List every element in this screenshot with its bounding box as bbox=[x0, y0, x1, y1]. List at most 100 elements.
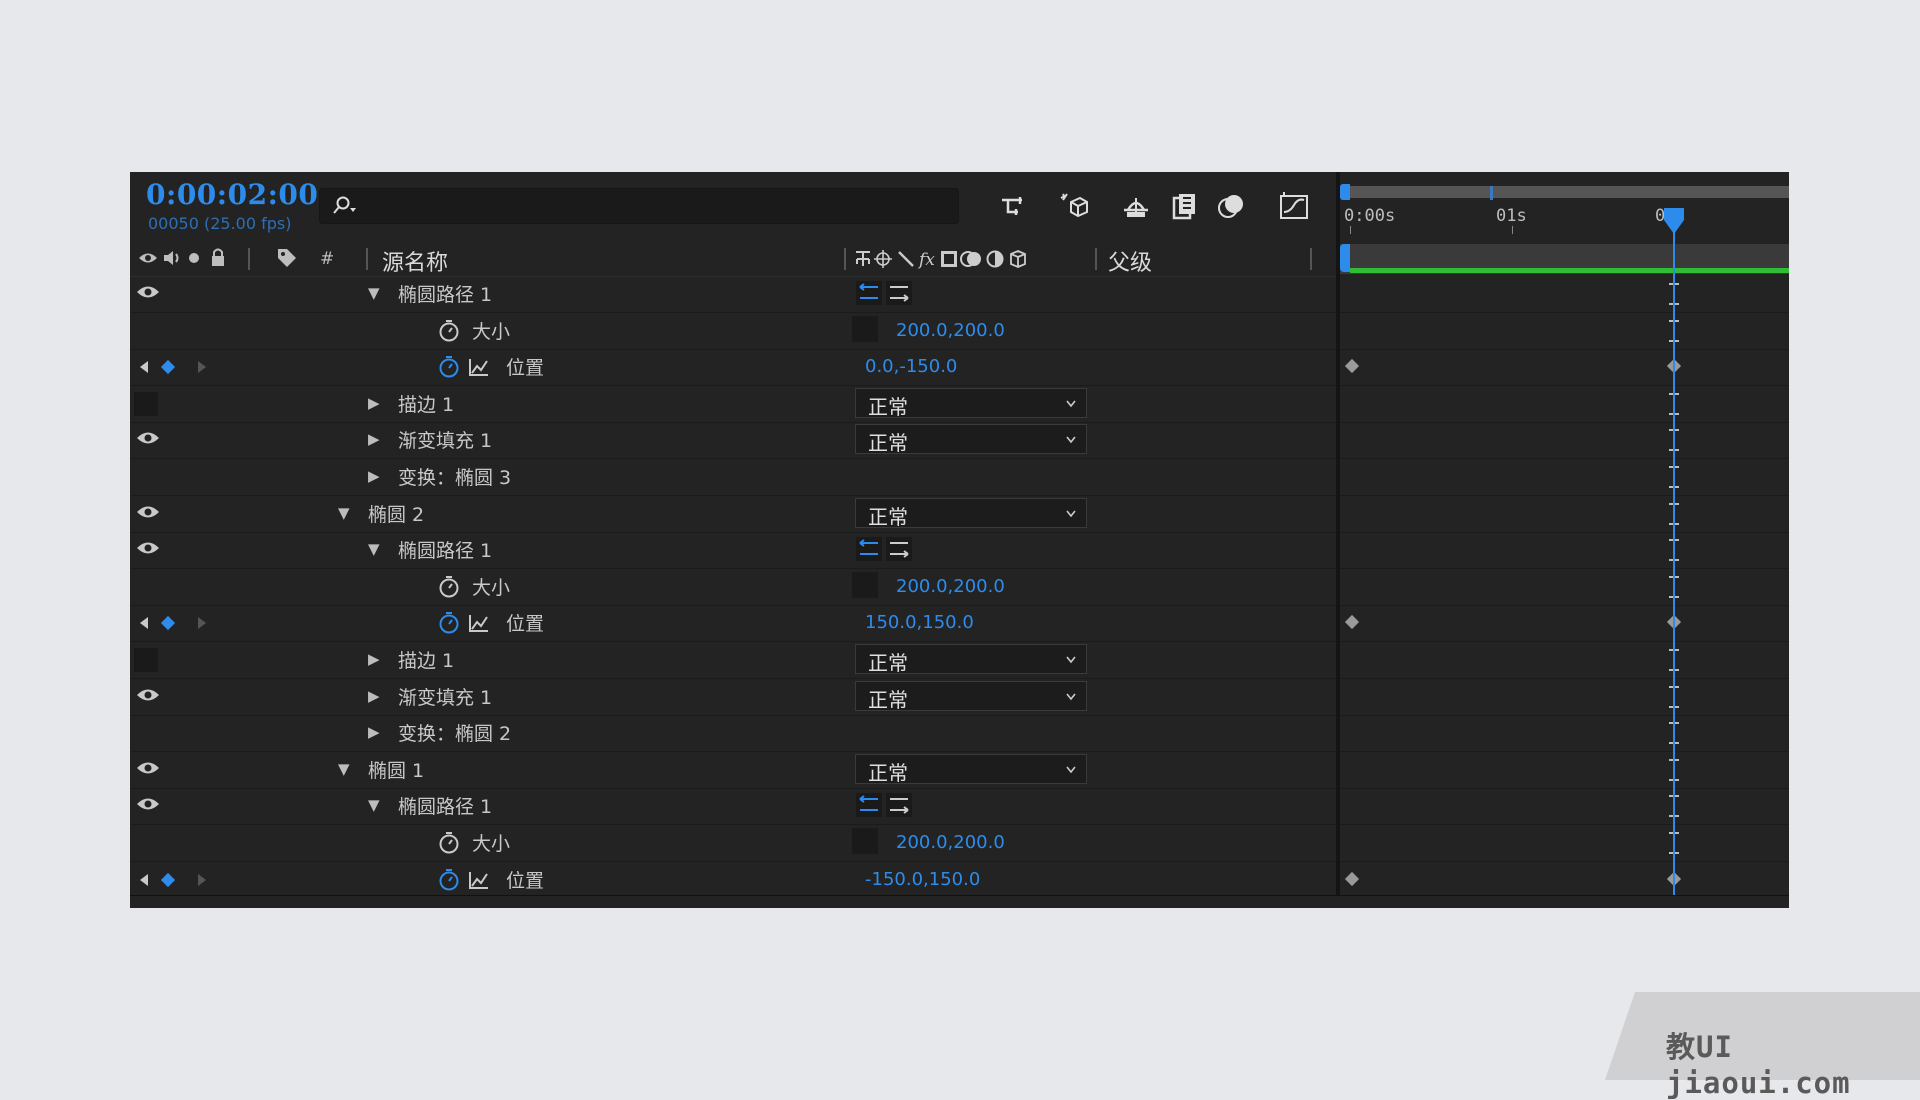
collapse-triangle-icon[interactable]: ▼ bbox=[368, 284, 380, 302]
expand-triangle-icon[interactable]: ▶ bbox=[368, 430, 380, 448]
visibility-eye-icon[interactable] bbox=[136, 687, 160, 703]
audio-speaker-icon[interactable] bbox=[162, 249, 182, 267]
blend-mode-select[interactable]: 正常 bbox=[855, 497, 1087, 529]
visibility-toggle-off[interactable] bbox=[134, 648, 158, 672]
keyframe-marker[interactable] bbox=[1344, 359, 1360, 374]
video-eye-icon[interactable] bbox=[138, 251, 158, 265]
time-navigator-bar[interactable] bbox=[1340, 186, 1789, 198]
time-navigator-start-handle[interactable] bbox=[1340, 184, 1350, 200]
visibility-eye-icon[interactable] bbox=[136, 430, 160, 446]
lock-icon[interactable] bbox=[210, 247, 226, 267]
group-name[interactable]: 椭圆路径 1 bbox=[398, 280, 492, 307]
graph-toggle-icon[interactable] bbox=[468, 870, 490, 890]
svg-text:fx: fx bbox=[917, 250, 935, 270]
ruler-label: 01s bbox=[1496, 206, 1527, 226]
blend-mode-select[interactable]: 正常 bbox=[855, 680, 1087, 712]
group-name[interactable]: 椭圆 2 bbox=[368, 500, 424, 527]
property-swatch bbox=[852, 571, 878, 598]
group-name[interactable]: 描边 1 bbox=[398, 390, 454, 417]
group-name[interactable]: 描边 1 bbox=[398, 646, 454, 673]
chevron-down-icon bbox=[1066, 693, 1076, 700]
playhead-line[interactable] bbox=[1673, 212, 1675, 908]
path-direction-icons[interactable] bbox=[855, 791, 919, 819]
source-name-header[interactable]: 源名称 bbox=[382, 245, 448, 277]
path-direction-icons[interactable] bbox=[855, 279, 919, 307]
keyframe-marker[interactable] bbox=[1344, 615, 1360, 630]
layer-switches-icons[interactable]: fx bbox=[853, 248, 1053, 270]
property-value[interactable]: 200.0,200.0 bbox=[896, 832, 1005, 853]
expand-triangle-icon[interactable]: ▶ bbox=[368, 723, 380, 741]
graph-toggle-icon[interactable] bbox=[468, 613, 490, 633]
frame-blending-icon[interactable] bbox=[1166, 188, 1202, 224]
timeline-track-row bbox=[1340, 313, 1789, 350]
work-area-start-handle[interactable] bbox=[1340, 244, 1350, 272]
stopwatch-icon[interactable] bbox=[437, 868, 461, 892]
visibility-eye-icon[interactable] bbox=[136, 796, 160, 812]
group-name[interactable]: 变换：椭圆 3 bbox=[398, 463, 511, 490]
visibility-eye-icon[interactable] bbox=[136, 504, 160, 520]
property-row: 位置 0.0,-150.0 bbox=[130, 349, 1336, 387]
timeline-track-row bbox=[1340, 496, 1789, 533]
motion-blur-icon[interactable] bbox=[1214, 188, 1250, 224]
expand-triangle-icon[interactable]: ▶ bbox=[368, 650, 380, 668]
property-swatch bbox=[852, 315, 878, 342]
blend-mode-select[interactable]: 正常 bbox=[855, 753, 1087, 785]
group-name[interactable]: 椭圆 1 bbox=[368, 756, 424, 783]
parent-header[interactable]: 父级 bbox=[1108, 245, 1152, 277]
keyframe-marker[interactable] bbox=[1344, 871, 1360, 886]
blend-mode-select[interactable]: 正常 bbox=[855, 644, 1087, 675]
graph-toggle-icon[interactable] bbox=[468, 357, 490, 377]
solo-dot-icon[interactable] bbox=[188, 252, 200, 264]
property-value[interactable]: 200.0,200.0 bbox=[896, 320, 1005, 341]
expand-triangle-icon[interactable]: ▶ bbox=[368, 687, 380, 705]
stopwatch-icon[interactable] bbox=[437, 831, 461, 855]
blend-mode-value: 正常 bbox=[868, 504, 908, 529]
stopwatch-icon[interactable] bbox=[437, 575, 461, 599]
group-name[interactable]: 变换：椭圆 2 bbox=[398, 719, 511, 746]
bottom-toolbar bbox=[130, 895, 1789, 908]
stopwatch-icon[interactable] bbox=[437, 611, 461, 635]
group-name[interactable]: 渐变填充 1 bbox=[398, 426, 492, 453]
group-name[interactable]: 椭圆路径 1 bbox=[398, 792, 492, 819]
visibility-eye-icon[interactable] bbox=[136, 284, 160, 300]
property-value[interactable]: -150.0,150.0 bbox=[865, 869, 980, 890]
draft-3d-icon[interactable] bbox=[1055, 188, 1091, 224]
collapse-triangle-icon[interactable]: ▼ bbox=[368, 796, 380, 814]
blend-mode-select[interactable]: 正常 bbox=[855, 424, 1087, 455]
property-value[interactable]: 200.0,200.0 bbox=[896, 576, 1005, 597]
timeline-track-row bbox=[1340, 605, 1789, 643]
playhead-handle[interactable] bbox=[1661, 206, 1687, 236]
blend-mode-select[interactable]: 正常 bbox=[855, 387, 1087, 419]
timeline-track-row bbox=[1340, 422, 1789, 460]
path-direction-icons[interactable] bbox=[855, 535, 919, 563]
expand-triangle-icon[interactable]: ▶ bbox=[368, 394, 380, 412]
collapse-triangle-icon[interactable]: ▼ bbox=[338, 760, 350, 778]
keyframe-navigator[interactable] bbox=[138, 358, 208, 376]
group-name[interactable]: 椭圆路径 1 bbox=[398, 536, 492, 563]
header-divider bbox=[1095, 248, 1097, 270]
property-row: 大小 200.0,200.0 bbox=[130, 825, 1336, 862]
visibility-toggle-off[interactable] bbox=[134, 391, 158, 416]
group-name[interactable]: 渐变填充 1 bbox=[398, 683, 492, 710]
property-value[interactable]: 0.0,-150.0 bbox=[865, 356, 957, 377]
composition-flowchart-icon[interactable] bbox=[996, 188, 1032, 224]
graph-editor-icon[interactable] bbox=[1276, 188, 1312, 224]
property-name: 位置 bbox=[506, 613, 545, 636]
layer-search-input[interactable] bbox=[319, 188, 959, 224]
keyframe-navigator[interactable] bbox=[138, 871, 208, 889]
shy-layers-icon[interactable] bbox=[1118, 188, 1154, 224]
expand-triangle-icon[interactable]: ▶ bbox=[368, 467, 380, 485]
collapse-triangle-icon[interactable]: ▼ bbox=[368, 540, 380, 558]
visibility-eye-icon[interactable] bbox=[136, 760, 160, 776]
stopwatch-icon[interactable] bbox=[437, 319, 461, 343]
label-tag-icon[interactable] bbox=[276, 247, 298, 269]
current-time-display[interactable]: 0:00:02:00 bbox=[146, 178, 318, 211]
layer-group-row: ▶ 渐变填充 1 正常 bbox=[130, 679, 1336, 716]
collapse-triangle-icon[interactable]: ▼ bbox=[338, 504, 350, 522]
visibility-eye-icon[interactable] bbox=[136, 540, 160, 556]
stopwatch-icon[interactable] bbox=[437, 355, 461, 379]
keyframe-navigator[interactable] bbox=[138, 614, 208, 632]
ruler-label: 0:00s bbox=[1344, 206, 1396, 226]
property-value[interactable]: 150.0,150.0 bbox=[865, 612, 974, 633]
chevron-down-icon bbox=[1066, 400, 1076, 408]
